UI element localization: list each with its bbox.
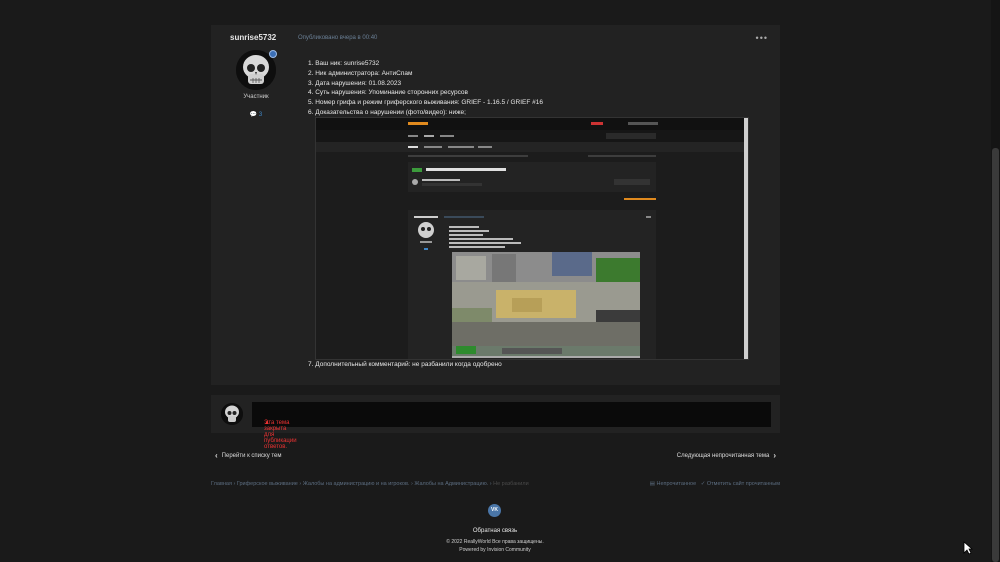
powered-by-link[interactable]: Powered by Invision Community	[0, 547, 990, 553]
comment-icon: 💬	[249, 112, 258, 118]
author-role: Участник	[243, 94, 269, 100]
chevron-left-icon: ‹	[215, 451, 218, 460]
mouse-cursor-icon	[963, 541, 973, 555]
chevron-right-icon: ›	[773, 451, 776, 460]
forum-post: sunrise5732 Участник 💬 3 Опубликовано вч…	[211, 25, 780, 385]
breadcrumb-actions: ▤ Непрочитанное ✓ Отметить сайт прочитан…	[650, 481, 780, 487]
unread-icon: ▤	[649, 481, 655, 487]
back-to-topics-label: Перейти к списку тем	[221, 453, 282, 459]
post-body: 1. Ваш ник: sunrise5732 2. Ник администр…	[308, 59, 543, 118]
screenshot-scrollbar	[744, 118, 748, 359]
scrollbar-thumb[interactable]	[992, 148, 999, 562]
locked-message-text: Эта тема закрыта для публикации ответов.	[264, 420, 297, 450]
post-line: 1. Ваш ник: sunrise5732	[308, 60, 380, 67]
contact-link[interactable]: Обратная связь	[0, 528, 990, 534]
next-unread-label: Следующая непрочитанная тема	[676, 453, 770, 459]
breadcrumb-section[interactable]: Гриферское выживание	[237, 481, 298, 487]
vk-icon[interactable]: VK	[488, 504, 501, 517]
post-published-time[interactable]: Опубликовано вчера в 00:40	[298, 35, 377, 41]
post-more-menu-button[interactable]: •••	[756, 33, 768, 43]
next-unread-topic-link[interactable]: Следующая непрочитанная тема ›	[677, 451, 780, 460]
skull-avatar-image	[221, 403, 243, 425]
post-line: 5. Номер грифа и режим гриферского выжив…	[308, 99, 543, 107]
post-line: 4. Суть нарушения: Упоминание сторонних …	[308, 89, 468, 97]
breadcrumb-admin-complaints[interactable]: Жалобы на Администрацию.	[414, 481, 488, 487]
breadcrumb-home[interactable]: Главная	[211, 481, 232, 487]
reputation-value: 3	[258, 112, 263, 118]
mark-read-link[interactable]: ✓ Отметить сайт прочитанным	[701, 481, 780, 487]
breadcrumb-complaints[interactable]: Жалобы на администрацию и на игроков.	[303, 481, 410, 487]
unread-label: Непрочитанное	[656, 481, 697, 487]
unread-link[interactable]: ▤ Непрочитанное	[650, 481, 696, 487]
back-to-topics-link[interactable]: ‹ Перейти к списку тем	[211, 451, 282, 460]
copyright-text: © 2022 ReallyWorld Все права защищены.	[446, 539, 544, 545]
current-user-avatar[interactable]	[221, 403, 243, 425]
post-additional-comment: 7. Дополнительный комментарий: не разбан…	[308, 361, 502, 368]
reply-locked-panel: ▲ Эта тема закрыта для публикации ответо…	[211, 395, 780, 450]
post-line: 2. Ник администратора: АнтиСпам	[308, 69, 413, 77]
mark-read-label: Отметить сайт прочитанным	[706, 481, 780, 487]
evidence-screenshot[interactable]	[315, 117, 749, 360]
breadcrumb-current: Не разбанили	[493, 481, 529, 487]
breadcrumb: Главная › Гриферское выживание › Жалобы …	[211, 481, 529, 487]
locked-message-box: ▲ Эта тема закрыта для публикации ответо…	[252, 402, 771, 450]
nested-forum-screenshot-image	[316, 118, 748, 359]
reputation-count[interactable]: 💬 3	[211, 111, 301, 118]
author-name[interactable]: sunrise5732	[230, 33, 276, 42]
post-line: 3. Дата нарушения: 01.08.2023	[308, 79, 402, 87]
member-badge-icon	[269, 50, 277, 58]
check-icon: ✓	[700, 481, 706, 487]
page-scrollbar[interactable]	[991, 0, 1000, 562]
